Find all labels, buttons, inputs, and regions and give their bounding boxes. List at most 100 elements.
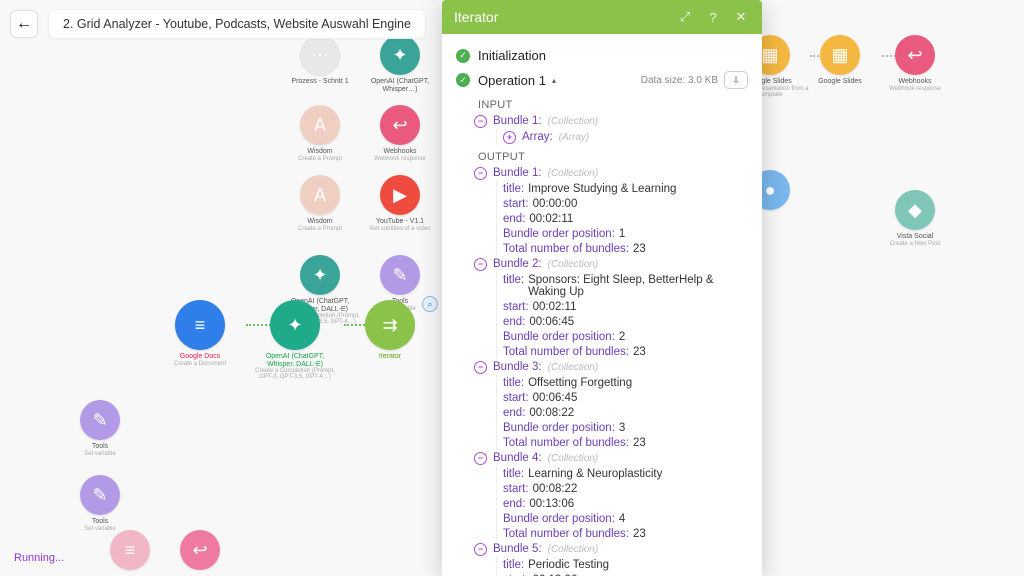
module-icon: ✦ — [270, 300, 320, 350]
module-node[interactable]: ✦OpenAI (ChatGPT, Whisper, DALL-E)Create… — [255, 300, 335, 380]
field-value: 23 — [633, 437, 646, 449]
expand-toggle[interactable] — [503, 131, 516, 144]
iterator-panel: Iterator ⤢ ? ✕ ✓ Initialization ✓ Operat… — [442, 0, 762, 576]
close-icon[interactable]: ✕ — [732, 8, 750, 26]
scenario-title[interactable]: 2. Grid Analyzer - Youtube, Podcasts, We… — [48, 9, 426, 39]
module-icon: ⇉ — [365, 300, 415, 350]
module-icon: ✎ — [80, 475, 120, 515]
field-key: Total number of bundles — [503, 346, 629, 358]
bundle-row[interactable]: Bundle 2:(Collection) — [474, 256, 748, 272]
operation-label: Operation 1 — [478, 73, 546, 88]
data-size: Data size: 3.0 KB — [641, 75, 718, 86]
download-button[interactable]: ⇩ — [724, 71, 748, 89]
module-label: Google Docs — [180, 353, 220, 361]
panel-title: Iterator — [454, 9, 498, 25]
bundle-field: titleSponsors: Eight Sleep, BetterHelp &… — [503, 272, 748, 299]
bundle-field: Total number of bundles23 — [503, 435, 748, 450]
module-node[interactable]: ◆Vista SocialCreate a New Post — [875, 190, 955, 247]
collapse-toggle[interactable] — [474, 115, 487, 128]
module-node[interactable]: AWisdomCreate a Prompt — [280, 105, 360, 162]
module-node[interactable]: ▶YouTube - V1.1Get subtitles of a video — [360, 175, 440, 232]
collapse-toggle[interactable] — [474, 258, 487, 271]
input-group-label: INPUT — [478, 99, 748, 111]
field-value: 23 — [633, 528, 646, 540]
module-label: Tools — [92, 518, 108, 526]
field-key: title — [503, 274, 524, 298]
expand-icon[interactable]: ⤢ — [676, 8, 694, 26]
bundle-key: Bundle 3: — [493, 361, 542, 373]
bundle-field: Bundle order position4 — [503, 511, 748, 526]
field-value: 00:06:45 — [533, 392, 578, 404]
field-value: Offsetting Forgetting — [528, 377, 632, 389]
collapse-toggle[interactable] — [474, 167, 487, 180]
type-label: (Collection) — [548, 168, 599, 179]
panel-header[interactable]: Iterator ⤢ ? ✕ — [442, 0, 762, 34]
bundle-field: end00:06:45 — [503, 314, 748, 329]
module-sublabel: Set variable — [84, 451, 116, 457]
field-value: Improve Studying & Learning — [528, 183, 676, 195]
module-label: YouTube - V1.1 — [376, 218, 424, 226]
initialization-label: Initialization — [478, 48, 546, 63]
bundle-field: Bundle order position3 — [503, 420, 748, 435]
field-value: Learning & Neuroplasticity — [528, 468, 662, 480]
module-node[interactable]: ↩WebhooksWebhook response — [360, 105, 440, 162]
tree-row[interactable]: Bundle 1: (Collection) — [474, 113, 748, 129]
bundle-row[interactable]: Bundle 5: (Collection) — [474, 541, 748, 557]
run-status: Running... — [14, 552, 64, 564]
field-value: Periodic Testing — [528, 559, 609, 571]
module-node[interactable]: ✎ToolsSet variable — [60, 400, 140, 457]
operation-row[interactable]: ✓ Operation 1 ▴ Data size: 3.0 KB ⇩ — [456, 67, 748, 93]
module-node[interactable]: AWisdomCreate a Prompt — [280, 175, 360, 232]
collapse-toggle[interactable] — [474, 543, 487, 556]
module-icon: A — [300, 105, 340, 145]
initialization-row[interactable]: ✓ Initialization — [456, 44, 748, 67]
field-value: 23 — [633, 243, 646, 255]
field-key: title — [503, 559, 524, 571]
module-node[interactable]: ≡ — [90, 530, 170, 570]
bundle-row[interactable]: Bundle 4:(Collection) — [474, 450, 748, 466]
output-group-label: OUTPUT — [478, 151, 748, 163]
bundle-row[interactable]: Bundle 1:(Collection) — [474, 165, 748, 181]
bundle-field: titleImprove Studying & Learning — [503, 181, 748, 196]
bundle-field: titleLearning & Neuroplasticity — [503, 466, 748, 481]
help-icon[interactable]: ? — [704, 8, 722, 26]
bundle-key: Bundle 1: — [493, 115, 542, 127]
module-icon: ≡ — [175, 300, 225, 350]
array-key: Array: — [522, 131, 553, 143]
collapse-toggle[interactable] — [474, 361, 487, 374]
module-sublabel: Create a Document — [174, 361, 226, 367]
panel-body[interactable]: ✓ Initialization ✓ Operation 1 ▴ Data si… — [442, 34, 762, 576]
arrow-left-icon: ← — [16, 15, 32, 33]
module-node[interactable]: ↩ — [160, 530, 240, 570]
magnifier-icon[interactable]: ⌕ — [422, 296, 438, 312]
bundle-field: Total number of bundles 23 — [503, 526, 748, 541]
module-icon: ≡ — [110, 530, 150, 570]
type-label: (Collection) — [548, 544, 599, 555]
module-sublabel: Create a New Post — [890, 241, 940, 247]
tree-row[interactable]: Array: (Array) — [503, 129, 748, 145]
module-node[interactable]: ✎ToolsSet variable — [60, 475, 140, 532]
module-icon: ▶ — [380, 175, 420, 215]
module-icon: ✦ — [300, 255, 340, 295]
bundle-field: titleOffsetting Forgetting — [503, 375, 748, 390]
module-node[interactable]: ⇉Iterator — [350, 300, 430, 361]
bundle-key: Bundle 5: — [493, 543, 542, 555]
output-tree: Bundle 1:(Collection)titleImprove Studyi… — [474, 165, 748, 576]
type-label: (Collection) — [548, 259, 599, 270]
module-sublabel: Create a Prompt — [298, 226, 342, 232]
field-value: 3 — [619, 422, 625, 434]
type-label: (Collection) — [548, 362, 599, 373]
field-key: start — [503, 198, 529, 210]
bundle-row[interactable]: Bundle 3: (Collection) — [474, 359, 748, 375]
collapse-toggle[interactable] — [474, 452, 487, 465]
module-label: OpenAI (ChatGPT, Whisper…) — [360, 78, 440, 93]
field-key: Total number of bundles — [503, 528, 629, 540]
field-key: end — [503, 407, 525, 419]
bundle-field: end00:08:22 — [503, 405, 748, 420]
module-node[interactable]: ≡ Google DocsCreate a Document — [160, 300, 240, 367]
back-button[interactable]: ← — [10, 10, 38, 38]
bundle-field: Total number of bundles23 — [503, 241, 748, 256]
module-label: Prozess - Schritt 1 — [291, 78, 348, 86]
field-value: Sponsors: Eight Sleep, BetterHelp & Waki… — [528, 274, 748, 298]
module-icon: ↩ — [380, 105, 420, 145]
